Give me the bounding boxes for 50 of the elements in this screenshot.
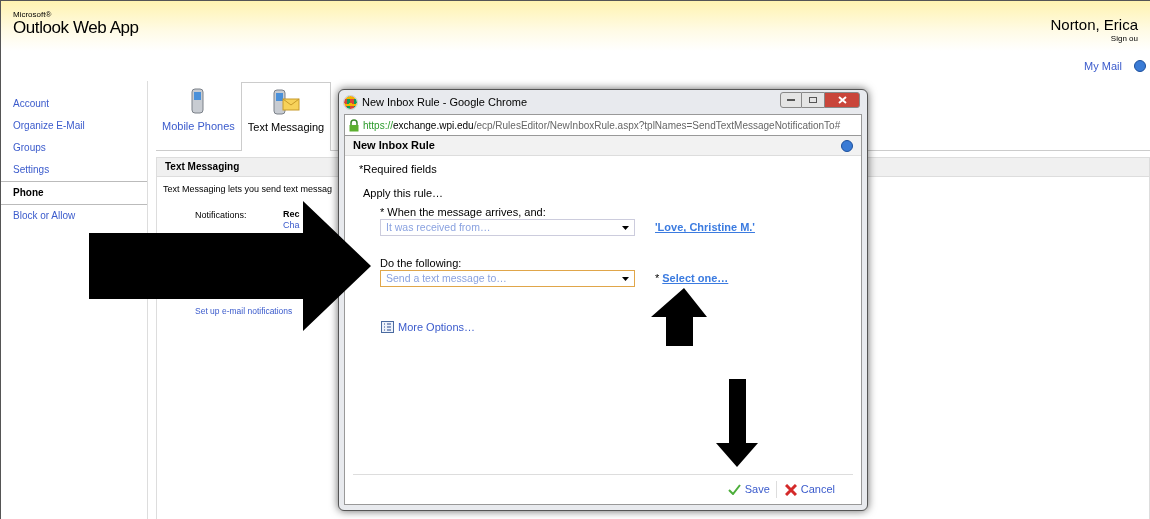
nav-item[interactable]: Block or Allow bbox=[1, 205, 147, 227]
window-title: New Inbox Rule - Google Chrome bbox=[362, 94, 528, 110]
app-title: Outlook Web App bbox=[13, 19, 139, 37]
nav-item[interactable]: Groups bbox=[1, 137, 147, 159]
padlock-icon bbox=[349, 118, 359, 132]
dialog-header: New Inbox Rule bbox=[345, 136, 861, 156]
tab[interactable]: Text Messaging bbox=[240, 81, 332, 151]
rule-value-link[interactable]: Select one… bbox=[662, 270, 729, 287]
help-icon[interactable] bbox=[1134, 60, 1146, 72]
dropdown-caret-icon bbox=[622, 225, 629, 230]
save-button[interactable]: Save bbox=[727, 481, 770, 498]
minimize-button[interactable] bbox=[780, 92, 802, 108]
mobile-phone-icon bbox=[190, 87, 207, 114]
dropdown-caret-icon bbox=[622, 276, 629, 281]
change-link[interactable]: Cha bbox=[283, 220, 300, 231]
url-scheme: https:// bbox=[363, 118, 393, 133]
checkmark-icon bbox=[727, 484, 741, 495]
cancel-x-icon bbox=[784, 483, 797, 496]
url-host: exchange.wpi.edu bbox=[393, 118, 474, 133]
close-icon bbox=[837, 96, 847, 104]
chrome-logo-icon bbox=[344, 95, 357, 109]
tab[interactable]: Mobile Phones bbox=[156, 87, 241, 150]
my-mail-link[interactable]: My Mail bbox=[1084, 57, 1122, 75]
rule-label: * When the message arrives, and: bbox=[380, 205, 547, 219]
maximize-button[interactable] bbox=[802, 92, 824, 108]
address-bar[interactable]: https://exchange.wpi.edu/ecp/RulesEditor/NewInboxRule.aspx?tplNames=SendTextMessageNotificationTo# bbox=[344, 114, 862, 136]
notifications-label: Notifications: bbox=[195, 209, 248, 222]
notifications-status: Rec bbox=[283, 209, 300, 220]
help-icon[interactable] bbox=[841, 139, 853, 152]
user-name: Norton, Erica bbox=[1050, 17, 1138, 33]
up-pointing-arrow bbox=[651, 288, 707, 346]
nav-item[interactable]: Phone bbox=[1, 181, 147, 205]
required-mark: * bbox=[655, 271, 660, 287]
brand-caption: Microsoft® bbox=[13, 11, 53, 19]
nav-item[interactable]: Settings bbox=[1, 159, 147, 181]
sign-out-link[interactable]: Sign ou bbox=[1110, 33, 1138, 45]
close-button[interactable] bbox=[824, 92, 860, 108]
apply-rule-label: Apply this rule… bbox=[363, 185, 445, 201]
rule-value-link[interactable]: 'Love, Christine M.' bbox=[655, 219, 755, 236]
url-path: /ecp/RulesEditor/NewInboxRule.aspx?tplNames=SendTextMessageNotificationTo# bbox=[473, 118, 841, 133]
nav-item[interactable]: Organize E-Mail bbox=[1, 115, 147, 137]
nav-item[interactable]: Account bbox=[1, 93, 147, 115]
more-options-link[interactable]: More Options… bbox=[398, 319, 476, 336]
setup-email-notifications-link[interactable]: Set up e-mail notifications bbox=[195, 305, 293, 317]
phone-with-envelope-icon bbox=[272, 88, 300, 115]
required-fields-note: *Required fields bbox=[359, 162, 438, 177]
panel-description: Text Messaging lets you send text messag bbox=[163, 183, 333, 195]
cancel-button[interactable]: Cancel bbox=[775, 481, 835, 498]
list-icon bbox=[381, 321, 394, 334]
rule-label: Do the following: bbox=[380, 256, 463, 270]
